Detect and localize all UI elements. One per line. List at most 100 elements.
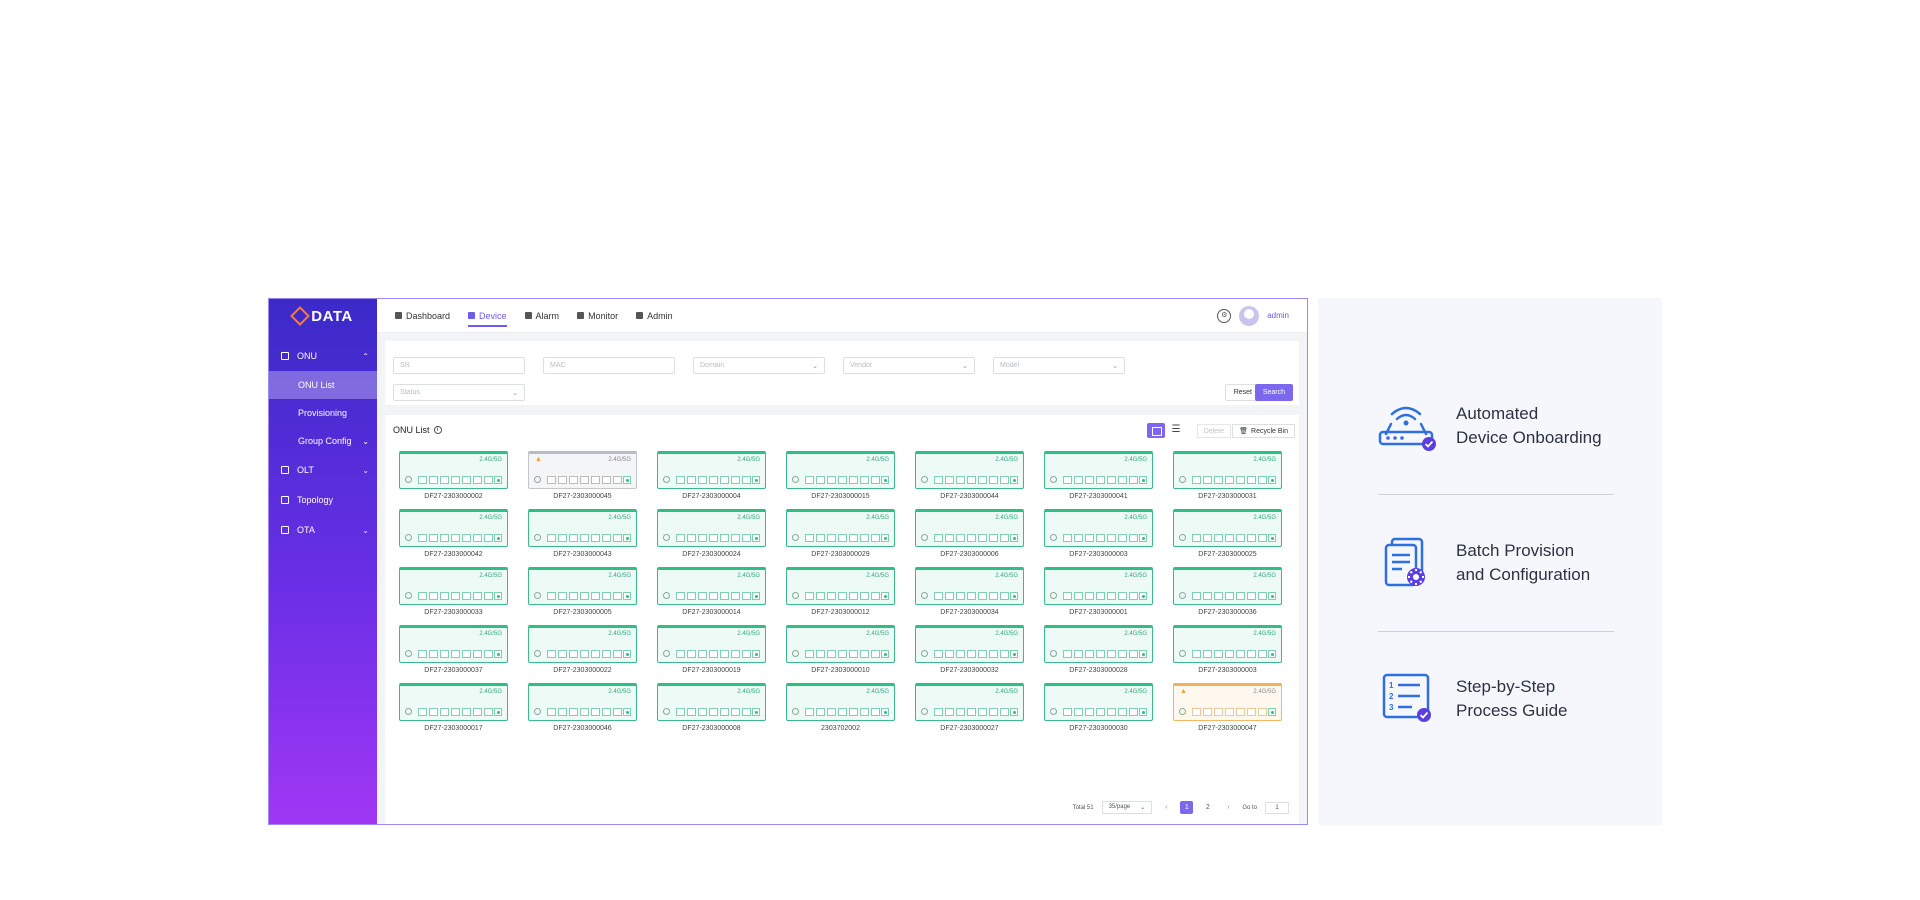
device-card[interactable]: 2.4G/5G DF27-2303000024 xyxy=(657,509,766,558)
device-card[interactable]: 2.4G/5G DF27-2303000003 xyxy=(1044,509,1153,558)
device-card[interactable]: 2.4G/5G DF27-2303000046 xyxy=(528,683,637,732)
power-icon xyxy=(663,592,670,599)
port-row xyxy=(418,708,493,716)
grid-view-icon[interactable] xyxy=(1147,423,1165,438)
device-card[interactable]: 2.4G/5G DF27-2303000022 xyxy=(528,625,637,674)
device-card[interactable]: 2.4G/5G DF27-2303000006 xyxy=(915,509,1024,558)
sidebar-item-provisioning[interactable]: Provisioning xyxy=(269,399,377,427)
device-card[interactable]: 2.4G/5G DF27-2303000029 xyxy=(786,509,895,558)
sidebar-item-olt[interactable]: OLT ⌄ xyxy=(269,455,377,485)
device-grid: 2.4G/5G DF27-2303000002 ▲ 2.4G/5G DF27-23030… xyxy=(399,451,1282,732)
device-card[interactable]: 2.4G/5G DF27-2303000004 xyxy=(657,451,766,500)
status-led-icon xyxy=(1268,592,1276,600)
feature-line-2: and Configuration xyxy=(1456,565,1591,584)
device-card[interactable]: 2.4G/5G DF27-2303000033 xyxy=(399,567,508,616)
device-card[interactable]: 2.4G/5G DF27-2303000003 xyxy=(1173,625,1282,674)
user-name[interactable]: admin xyxy=(1267,311,1289,320)
info-icon[interactable]: i xyxy=(433,426,442,434)
device-card[interactable]: 2.4G/5G DF27-2303000008 xyxy=(657,683,766,732)
port-icon xyxy=(569,476,578,484)
power-icon xyxy=(663,476,670,483)
tab-admin[interactable]: Admin xyxy=(636,299,673,333)
tab-monitor[interactable]: Monitor xyxy=(577,299,618,333)
device-card[interactable]: 2.4G/5G DF27-2303000019 xyxy=(657,625,766,674)
device-card[interactable]: 2.4G/5G DF27-2303000015 xyxy=(786,451,895,500)
device-card[interactable]: 2.4G/5G DF27-2303000043 xyxy=(528,509,637,558)
status-led-icon xyxy=(494,592,502,600)
list-view-icon[interactable]: ☰ xyxy=(1167,423,1185,438)
device-card[interactable]: 2.4G/5G DF27-2303000034 xyxy=(915,567,1024,616)
device-card[interactable]: 2.4G/5G DF27-2303000032 xyxy=(915,625,1024,674)
wifi-band-label: 2.4G/5G xyxy=(479,573,502,579)
onu-device-icon: 2.4G/5G xyxy=(786,683,895,721)
power-icon xyxy=(792,708,799,715)
port-icon xyxy=(1107,650,1116,658)
goto-input[interactable]: 1 xyxy=(1265,801,1289,814)
delete-button[interactable]: Delete xyxy=(1196,424,1231,438)
device-card[interactable]: 2.4G/5G DF27-2303000010 xyxy=(786,625,895,674)
settings-icon[interactable]: ⚙ xyxy=(1217,308,1232,323)
next-page-button[interactable]: › xyxy=(1222,802,1234,814)
tab-dashboard[interactable]: Dashboard xyxy=(395,299,450,333)
port-icon xyxy=(731,534,740,542)
wifi-band-label: 2.4G/5G xyxy=(1124,631,1147,637)
port-row xyxy=(934,476,1009,484)
device-card[interactable]: ▲ 2.4G/5G DF27-2303000045 xyxy=(528,451,637,500)
recycle-bin-button[interactable]: 🗑 Recycle Bin xyxy=(1232,424,1295,438)
device-card[interactable]: 2.4G/5G DF27-2303000044 xyxy=(915,451,1024,500)
port-icon xyxy=(1074,708,1083,716)
port-icon xyxy=(613,708,622,716)
port-icon xyxy=(1000,592,1009,600)
search-button[interactable]: Search xyxy=(1254,384,1293,401)
port-row xyxy=(547,650,622,658)
page-1-button[interactable]: 1 xyxy=(1180,801,1194,814)
sidebar-item-ota[interactable]: OTA ⌄ xyxy=(269,515,377,545)
device-card[interactable]: 2.4G/5G DF27-2303000001 xyxy=(1044,567,1153,616)
chevron-down-icon: ⌄ xyxy=(1112,362,1118,370)
device-card[interactable]: 2.4G/5G DF27-2303000042 xyxy=(399,509,508,558)
device-card[interactable]: 2.4G/5G DF27-2303000030 xyxy=(1044,683,1153,732)
device-card[interactable]: 2.4G/5G DF27-2303000037 xyxy=(399,625,508,674)
page-size-select[interactable]: 35/page ⌄ xyxy=(1101,801,1153,814)
device-card[interactable]: 2.4G/5G DF27-2303000017 xyxy=(399,683,508,732)
status-led-icon xyxy=(1139,476,1147,484)
tab-alarm[interactable]: Alarm xyxy=(524,299,559,333)
port-row xyxy=(805,708,880,716)
sidebar-item-topology[interactable]: Topology xyxy=(269,485,377,515)
device-card[interactable]: 2.4G/5G DF27-2303000041 xyxy=(1044,451,1153,500)
device-card[interactable]: 2.4G/5G DF27-2303000028 xyxy=(1044,625,1153,674)
device-card[interactable]: 2.4G/5G DF27-2303000005 xyxy=(528,567,637,616)
onu-device-icon: 2.4G/5G xyxy=(528,509,637,547)
avatar[interactable] xyxy=(1239,305,1260,326)
device-card[interactable]: 2.4G/5G DF27-2303000025 xyxy=(1173,509,1282,558)
wifi-band-label: 2.4G/5G xyxy=(866,573,889,579)
sidebar-item-onu-list[interactable]: ONU List xyxy=(269,371,377,399)
port-icon xyxy=(934,534,943,542)
model-select[interactable]: Model ⌄ xyxy=(993,357,1125,374)
port-row xyxy=(547,534,622,542)
device-card[interactable]: 2.4G/5G DF27-2303000036 xyxy=(1173,567,1282,616)
wifi-band-label: 2.4G/5G xyxy=(737,631,760,637)
device-card[interactable]: 2.4G/5G DF27-2303000031 xyxy=(1173,451,1282,500)
port-icon xyxy=(816,534,825,542)
device-card[interactable]: 2.4G/5G DF27-2303000014 xyxy=(657,567,766,616)
tab-device[interactable]: Device xyxy=(468,299,507,333)
page-2-button[interactable]: 2 xyxy=(1201,801,1214,814)
device-card[interactable]: ▲ 2.4G/5G DF27-2303000047 xyxy=(1173,683,1282,732)
status-select[interactable]: Status ⌄ xyxy=(393,384,525,401)
vendor-placeholder: Vendor xyxy=(850,362,873,369)
device-card[interactable]: 2.4G/5G DF27-2303000002 xyxy=(399,451,508,500)
device-card[interactable]: 2.4G/5G DF27-2303000027 xyxy=(915,683,1024,732)
domain-select[interactable]: Domain ⌄ xyxy=(693,357,825,374)
device-card[interactable]: 2.4G/5G 2303702002 xyxy=(786,683,895,732)
mac-input[interactable]: MAC xyxy=(543,357,675,374)
port-icon xyxy=(709,650,718,658)
device-card[interactable]: 2.4G/5G DF27-2303000012 xyxy=(786,567,895,616)
sidebar-item-onu[interactable]: ONU ⌃ xyxy=(269,341,377,371)
sn-input[interactable]: SN xyxy=(393,357,525,374)
port-icon xyxy=(1107,592,1116,600)
vendor-select[interactable]: Vendor ⌄ xyxy=(843,357,975,374)
sidebar-item-group-config[interactable]: Group Config ⌄ xyxy=(269,427,377,455)
port-icon xyxy=(1118,650,1127,658)
prev-page-button[interactable]: ‹ xyxy=(1160,802,1172,814)
